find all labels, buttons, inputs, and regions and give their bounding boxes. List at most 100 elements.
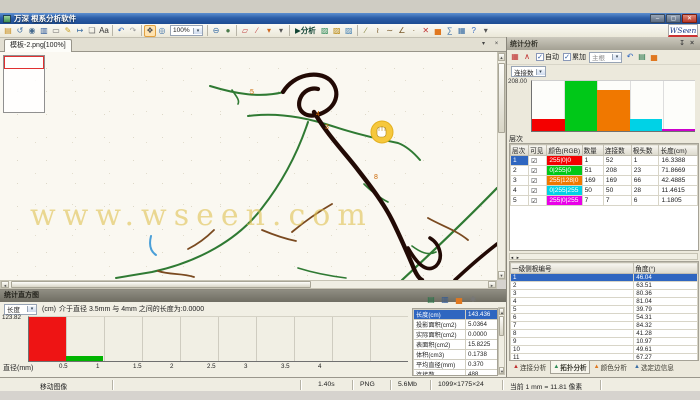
table-row[interactable]: 910.97 <box>511 338 698 346</box>
column-header[interactable]: 层次 <box>511 145 529 156</box>
scroll-down-arrow[interactable]: ▼ <box>499 367 504 374</box>
pane-close-button[interactable]: × <box>491 40 502 50</box>
text-label-icon[interactable]: Aa <box>98 25 110 37</box>
table-cell[interactable]: 连接数 <box>414 370 466 377</box>
panel-tab-连接分析[interactable]: ▲连接分析 <box>510 360 549 374</box>
table-cell[interactable]: 23 <box>631 166 659 176</box>
table-cell[interactable]: ☑ <box>529 176 547 186</box>
table-row[interactable]: 1☑255|0|0152116.3388 <box>511 156 698 166</box>
edit-pencil-icon[interactable]: ✎ <box>62 25 74 37</box>
table-row[interactable]: 380.36 <box>511 290 698 298</box>
table-cell[interactable]: 投影面积(cm2) <box>414 320 466 330</box>
table-cell[interactable]: 66 <box>631 176 659 186</box>
table-cell[interactable]: 4 <box>511 186 529 196</box>
table-cell[interactable]: 16.3388 <box>659 156 698 166</box>
color-swatch-cell[interactable]: 0|255|0 <box>547 166 582 176</box>
column-header[interactable]: 一级侧根编号 <box>511 263 634 274</box>
pan-hand-tool-icon[interactable]: ❖ <box>144 25 156 37</box>
table-cell[interactable]: 52 <box>603 156 631 166</box>
column-header[interactable]: 连接数 <box>603 145 631 156</box>
batch-2-icon[interactable]: ▨ <box>331 25 343 37</box>
draw-line-icon[interactable]: ∕ <box>360 25 372 37</box>
table-row[interactable]: 841.28 <box>511 330 698 338</box>
table-cell[interactable]: 体积(cm3) <box>414 350 466 360</box>
table-cell[interactable]: 10.97 <box>634 338 698 346</box>
table-cell[interactable]: 10 <box>511 346 634 354</box>
panel-header[interactable]: 统计分析 ↧ × <box>507 37 700 50</box>
settings-gear-icon[interactable]: ✱ <box>467 294 479 306</box>
table-cell[interactable]: 长度(cm) <box>414 310 466 320</box>
table-row[interactable]: 263.51 <box>511 282 698 290</box>
batch-1-icon[interactable]: ▨ <box>319 25 331 37</box>
table-cell[interactable]: 5 <box>511 196 529 206</box>
open-image-icon[interactable]: ▤ <box>2 25 14 37</box>
angle-mark-icon[interactable]: ∧ <box>521 51 533 63</box>
pane-menu-button[interactable]: ▾ <box>478 40 489 50</box>
table-cell[interactable]: 208 <box>603 166 631 176</box>
export-icon[interactable]: ↦ <box>74 25 86 37</box>
table-cell[interactable]: 0.1738 <box>466 350 498 360</box>
navigator-viewport[interactable] <box>4 56 44 69</box>
table-row[interactable]: 2☑0|255|0512082371.8669 <box>511 166 698 176</box>
color-dropdown[interactable]: ▾ <box>263 25 275 37</box>
panel-tab-颜色分析[interactable]: ▲颜色分析 <box>591 360 630 374</box>
table-cell[interactable]: 50 <box>603 186 631 196</box>
draw-polyline-icon[interactable]: ≀ <box>372 25 384 37</box>
table-cell[interactable]: 488 <box>466 370 498 377</box>
table-cell[interactable]: 81.04 <box>634 298 698 306</box>
panel-tab-拓扑分析[interactable]: ▲拓扑分析 <box>550 360 589 374</box>
export-data-icon[interactable]: ▤ <box>425 294 437 306</box>
column-header[interactable]: 角度(°) <box>634 263 698 274</box>
canvas-vertical-scrollbar[interactable]: ▲ ▼ <box>497 52 506 280</box>
draw-point-icon[interactable]: · <box>408 25 420 37</box>
table-cell[interactable]: 54.31 <box>634 314 698 322</box>
table-cell[interactable]: 41.28 <box>634 330 698 338</box>
table-cell[interactable]: 1 <box>511 156 529 166</box>
table-cell[interactable]: 1 <box>631 156 659 166</box>
measure-icon[interactable]: ∕ <box>251 25 263 37</box>
table-cell[interactable]: 5.0364 <box>466 320 498 330</box>
scroll-up-arrow[interactable]: ▲ <box>498 53 505 61</box>
table-cell[interactable]: 9 <box>511 338 634 346</box>
table-cell[interactable]: 2 <box>511 282 634 290</box>
table-cell[interactable]: 80.36 <box>634 290 698 298</box>
table-row[interactable]: 体积(cm3)0.1738 <box>414 350 498 360</box>
table-cell[interactable]: 实际面积(cm2) <box>414 330 466 340</box>
maximize-button[interactable]: ▢ <box>666 14 681 23</box>
table-row[interactable]: 3☑255|128|01691696642.4885 <box>511 176 698 186</box>
table-cell[interactable]: ☑ <box>529 186 547 196</box>
table-cell[interactable]: 51 <box>582 166 603 176</box>
table-cell[interactable]: 8 <box>511 330 634 338</box>
table-cell[interactable]: 46.04 <box>634 274 698 282</box>
root-type-select[interactable]: 主根▾ <box>589 52 622 63</box>
zoom-tool-icon[interactable]: ◎ <box>156 25 168 37</box>
overview-navigator[interactable] <box>3 55 45 113</box>
table-cell[interactable]: 50 <box>582 186 603 196</box>
table-cell[interactable]: 71.8669 <box>659 166 698 176</box>
color-swatch-cell[interactable]: 255|0|255 <box>547 196 582 206</box>
column-header[interactable]: 数量 <box>582 145 603 156</box>
help-icon[interactable]: ? <box>468 25 480 37</box>
summary-scrollbar[interactable]: ▲ ▼ <box>498 307 505 375</box>
table-cell[interactable]: 49.61 <box>634 346 698 354</box>
column-header[interactable]: 长度(cm) <box>659 145 698 156</box>
table-cell[interactable]: 平均直径(mm) <box>414 360 466 370</box>
table-row[interactable]: 长度(cm)143.436 <box>414 310 498 320</box>
table-cell[interactable]: 6 <box>511 314 634 322</box>
table-row[interactable]: 1049.61 <box>511 346 698 354</box>
table-cell[interactable]: ☑ <box>529 156 547 166</box>
panel-tab-选定边信息[interactable]: ▲选定边信息 <box>631 360 677 374</box>
save-result-icon[interactable]: ▥ <box>439 294 451 306</box>
table-row[interactable]: 539.79 <box>511 306 698 314</box>
table-row[interactable]: 实际面积(cm2)0.0000 <box>414 330 498 340</box>
table-row[interactable]: 146.04 <box>511 274 698 282</box>
bar-chart-icon[interactable]: ▅ <box>432 25 444 37</box>
stats-icon[interactable]: ∑ <box>444 25 456 37</box>
auto-checkbox[interactable]: ✓ <box>536 53 544 61</box>
scroll-thumb[interactable] <box>11 281 311 288</box>
scroll-down-arrow[interactable]: ▼ <box>498 271 505 279</box>
table-cell[interactable]: 1 <box>582 156 603 166</box>
table-cell[interactable]: ☑ <box>529 196 547 206</box>
metric-select[interactable]: 连接数▾ <box>511 66 546 77</box>
table-cell[interactable]: 11.4615 <box>659 186 698 196</box>
